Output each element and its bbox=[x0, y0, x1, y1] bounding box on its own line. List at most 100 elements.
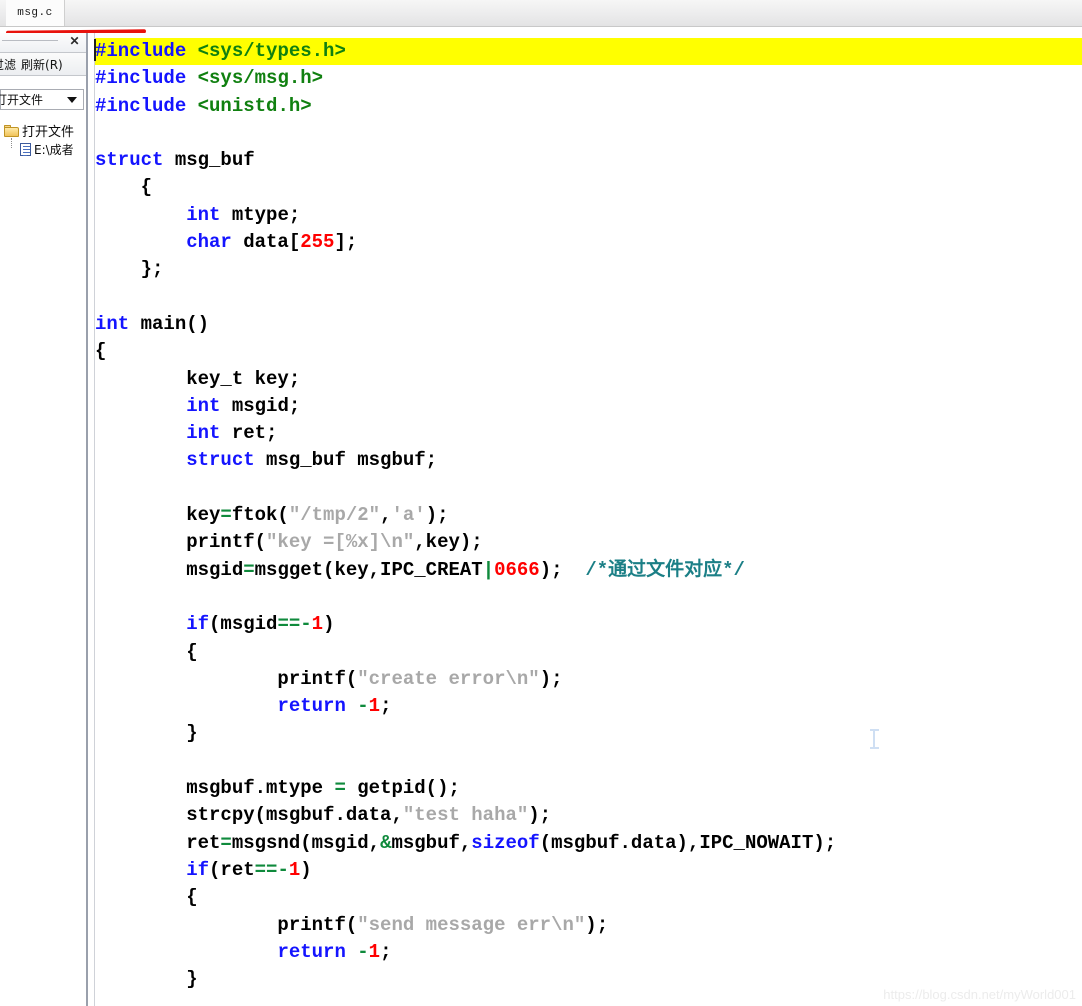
editor-tab-strip: msg.c bbox=[0, 0, 1082, 27]
code-line: int mtype; bbox=[95, 202, 1082, 229]
code-token: ret bbox=[95, 831, 221, 854]
tab-msg-c[interactable]: msg.c bbox=[6, 0, 65, 26]
code-token: { bbox=[95, 176, 153, 199]
code-token: key bbox=[95, 504, 221, 527]
code-token: <unistd.h> bbox=[197, 94, 312, 117]
code-token: }; bbox=[95, 258, 164, 281]
code-token: strcpy(msgbuf.data, bbox=[95, 804, 403, 827]
code-token: msgsnd(msgid, bbox=[231, 831, 381, 854]
code-line: printf("send message err\n"); bbox=[95, 912, 1082, 939]
code-line: printf("key =[%x]\n",key); bbox=[95, 529, 1082, 556]
code-token: printf( bbox=[95, 913, 358, 936]
code-token: = bbox=[220, 831, 232, 854]
code-token: <sys/msg.h> bbox=[197, 67, 324, 90]
code-line: #include <unistd.h> bbox=[95, 93, 1082, 120]
chevron-down-icon bbox=[67, 96, 77, 103]
code-editor[interactable]: #include <sys/types.h> #include <sys/msg.… bbox=[88, 33, 1082, 1006]
code-token: msgbuf, bbox=[391, 831, 472, 854]
file-icon bbox=[20, 143, 31, 156]
code-token: | bbox=[482, 558, 495, 581]
code-token: printf( bbox=[95, 531, 267, 554]
code-line: if(msgid==-1) bbox=[95, 611, 1082, 638]
code-token: #include bbox=[95, 67, 187, 90]
code-line: #include <sys/types.h> bbox=[95, 38, 1082, 66]
code-token: ) bbox=[300, 858, 312, 881]
code-token: msgid; bbox=[220, 394, 301, 417]
panel-titlebar: ✕ bbox=[0, 33, 86, 53]
file-explorer-panel: ✕ 过滤 刷新(R) 打开文件 打开文件 E:\成者 bbox=[0, 33, 88, 1006]
code-token: #include bbox=[95, 40, 187, 62]
code-line: int msgid; bbox=[95, 393, 1082, 420]
titlebar-divider bbox=[2, 40, 58, 41]
tree-item-label: E:\成者 bbox=[34, 143, 74, 157]
close-icon[interactable]: ✕ bbox=[68, 35, 81, 48]
code-token: ftok( bbox=[231, 504, 289, 527]
code-token: if bbox=[186, 858, 210, 881]
folder-icon bbox=[4, 124, 19, 137]
code-token: return bbox=[277, 695, 346, 718]
code-token: = bbox=[334, 777, 346, 800]
code-line: char data[255]; bbox=[95, 229, 1082, 256]
code-token: 0666 bbox=[494, 558, 540, 581]
code-token: sizeof bbox=[471, 831, 540, 854]
panel-toolbar: 过滤 刷新(R) bbox=[0, 53, 86, 76]
code-token: msg_buf bbox=[163, 149, 255, 172]
code-token: ) bbox=[323, 613, 335, 636]
code-token: = bbox=[220, 504, 232, 527]
code-token: } bbox=[95, 968, 198, 991]
tree-item-label: 打开文件 bbox=[22, 125, 75, 140]
code-token: return bbox=[277, 940, 346, 963]
view-mode-dropdown-value: 打开文件 bbox=[0, 93, 44, 107]
code-line: printf("create error\n"); bbox=[95, 666, 1082, 693]
code-token: { bbox=[95, 640, 198, 663]
code-token: data[ bbox=[231, 231, 301, 254]
code-line: msgid=msgget(key,IPC_CREAT|0666); /*通过文件… bbox=[95, 557, 1082, 584]
code-token: getpid(); bbox=[345, 777, 460, 800]
code-token: ); bbox=[528, 804, 552, 827]
code-token: "send message err\n" bbox=[357, 913, 586, 936]
code-token: 1 bbox=[288, 858, 301, 881]
code-content[interactable]: #include <sys/types.h> #include <sys/msg.… bbox=[95, 38, 1082, 993]
code-token: ==- bbox=[254, 858, 289, 881]
code-line: ret=msgsnd(msgid,&msgbuf,sizeof(msgbuf.d… bbox=[95, 830, 1082, 857]
code-line: int ret; bbox=[95, 420, 1082, 447]
code-line: struct msg_buf msgbuf; bbox=[95, 447, 1082, 474]
view-mode-dropdown[interactable]: 打开文件 bbox=[0, 89, 84, 110]
code-line: { bbox=[95, 639, 1082, 666]
watermark: https://blog.csdn.net/myWorld001 bbox=[883, 987, 1076, 1002]
code-token: key_t key; bbox=[95, 367, 301, 390]
filter-button[interactable]: 过滤 bbox=[0, 56, 16, 73]
code-token: <sys/types.h> bbox=[197, 40, 346, 62]
code-token: , bbox=[380, 504, 392, 527]
code-line: msgbuf.mtype = getpid(); bbox=[95, 775, 1082, 802]
code-line: } bbox=[95, 720, 1082, 747]
refresh-button[interactable]: 刷新(R) bbox=[21, 56, 63, 73]
code-line: { bbox=[95, 338, 1082, 365]
text-caret bbox=[94, 39, 96, 61]
code-line: }; bbox=[95, 256, 1082, 283]
code-token: & bbox=[380, 831, 392, 854]
code-line: struct msg_buf bbox=[95, 147, 1082, 174]
editor-gutter bbox=[88, 33, 95, 1006]
ibeam-cursor-icon bbox=[870, 729, 879, 749]
code-line: #include <sys/msg.h> bbox=[95, 65, 1082, 92]
code-token: msg_buf msgbuf; bbox=[254, 449, 438, 472]
code-token: { bbox=[95, 340, 107, 363]
code-token: ==- bbox=[277, 613, 312, 636]
code-token: int bbox=[186, 394, 221, 417]
code-token: mtype; bbox=[220, 203, 301, 226]
code-token: printf( bbox=[95, 667, 358, 690]
code-token: 1 bbox=[368, 940, 381, 963]
